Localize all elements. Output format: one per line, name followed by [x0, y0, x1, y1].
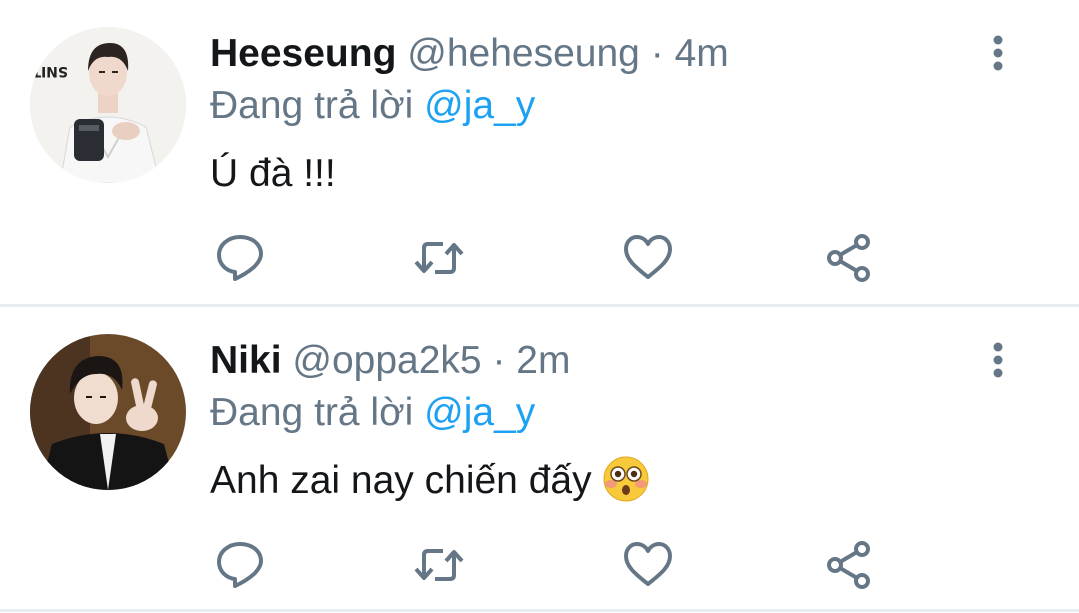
replying-to-label: Đang trả lời	[210, 391, 414, 434]
more-options-button[interactable]	[982, 34, 1014, 74]
share-button[interactable]	[824, 232, 876, 284]
tweet-text: Anh zai nay chiến đấy	[210, 456, 650, 507]
retweet-icon	[414, 549, 464, 581]
vertical-dots-icon	[993, 342, 1003, 378]
tweet-header: Heeseung @heheseung · 4m	[210, 30, 729, 78]
share-button[interactable]	[824, 539, 876, 591]
separator-dot: ·	[650, 32, 664, 75]
retweet-button[interactable]	[413, 539, 465, 591]
avatar[interactable]	[30, 334, 186, 490]
author-name[interactable]: Niki	[210, 339, 282, 382]
like-icon	[624, 542, 672, 586]
retweet-button[interactable]	[413, 232, 465, 284]
reply-icon	[217, 235, 263, 281]
reply-button[interactable]	[214, 232, 266, 284]
avatar[interactable]: SNIT	[30, 27, 186, 183]
share-icon	[827, 541, 870, 589]
tweet-text-content: Anh zai nay chiến đấy	[210, 459, 592, 502]
separator-dot: ·	[492, 339, 506, 382]
tweet-text-content: Ú đà !!!	[210, 152, 336, 195]
like-button[interactable]	[622, 232, 674, 284]
tweet-text: Ú đà !!!	[210, 150, 336, 198]
reply-icon	[217, 542, 263, 588]
avatar-text: SNIT	[31, 63, 68, 79]
mention-link[interactable]: @ja_y	[424, 84, 535, 127]
author-handle[interactable]: @heheseung	[407, 32, 640, 75]
mention-link[interactable]: @ja_y	[424, 391, 535, 434]
like-button[interactable]	[622, 539, 674, 591]
reply-button[interactable]	[214, 539, 266, 591]
more-options-button[interactable]	[982, 341, 1014, 381]
retweet-icon	[414, 242, 464, 274]
like-icon	[624, 235, 672, 279]
share-icon	[827, 234, 870, 282]
tweet-feed: SNIT Heeseung @heheseung · 4m Đang trả l…	[0, 0, 1079, 613]
timestamp[interactable]: 4m	[675, 32, 729, 75]
tweet-item[interactable]: Niki @oppa2k5 · 2m Đang trả lời @ja_y An…	[0, 307, 1079, 613]
replying-to: Đang trả lời @ja_y	[210, 82, 535, 130]
flushed-face-emoji	[603, 456, 649, 502]
tweet-actions	[210, 539, 890, 591]
author-handle[interactable]: @oppa2k5	[292, 339, 481, 382]
author-name[interactable]: Heeseung	[210, 32, 396, 75]
vertical-dots-icon	[993, 35, 1003, 71]
tweet-header: Niki @oppa2k5 · 2m	[210, 337, 570, 385]
replying-to: Đang trả lời @ja_y	[210, 389, 535, 437]
tweet-item[interactable]: SNIT Heeseung @heheseung · 4m Đang trả l…	[0, 0, 1079, 306]
replying-to-label: Đang trả lời	[210, 84, 414, 127]
timestamp[interactable]: 2m	[516, 339, 570, 382]
tweet-actions	[210, 232, 890, 284]
tweet-divider	[0, 609, 1079, 612]
